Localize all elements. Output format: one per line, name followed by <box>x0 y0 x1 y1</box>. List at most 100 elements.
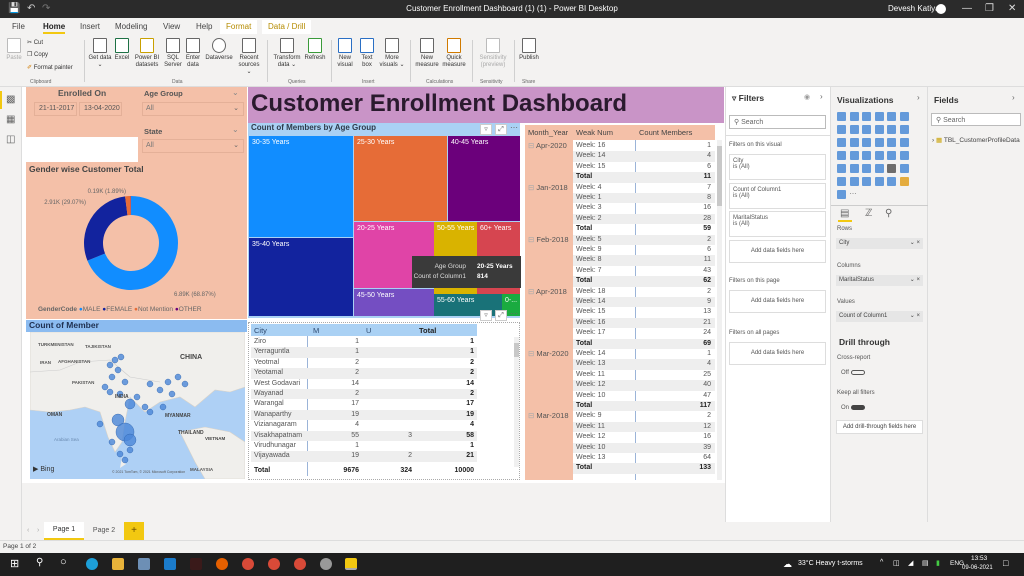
data-view-icon[interactable]: ▦ <box>6 115 16 125</box>
cut-button[interactable]: ✂ Cut <box>27 40 43 47</box>
india-bubble-map[interactable]: TURKMENISTAN TAJIKISTAN IRAN AFGHANISTAN… <box>30 332 245 479</box>
recent-sources-button[interactable]: Recent sources ⌄ <box>236 38 262 76</box>
expand-chevron-icon[interactable]: › <box>932 137 934 144</box>
visual-type-icon[interactable] <box>874 112 884 121</box>
visual-type-icon[interactable] <box>862 112 871 121</box>
visual-type-icon[interactable] <box>887 112 896 121</box>
collapse-icon[interactable]: ⊟ <box>528 141 534 150</box>
table-row[interactable]: Wayanad 2 2 <box>251 389 477 400</box>
enter-data-button[interactable]: Enter data <box>184 38 202 69</box>
get-data-button[interactable]: Get data ⌄ <box>88 38 112 69</box>
chevron-down-icon[interactable]: ⌄ <box>232 125 239 134</box>
visual-type-icon[interactable] <box>887 138 896 147</box>
visual-type-icon[interactable] <box>837 190 846 199</box>
keep-filters-toggle[interactable]: On <box>841 405 865 411</box>
clock-date[interactable]: 09-06-2021 <box>962 565 993 571</box>
month-group-label[interactable]: ⊟ Jan-2018 <box>528 183 568 192</box>
collapse-icon[interactable]: ⊟ <box>528 411 534 420</box>
map-bubble[interactable] <box>108 438 116 446</box>
legend-item[interactable]: ●MALE <box>79 306 101 313</box>
eye-icon[interactable]: ◉ <box>804 93 810 101</box>
tab-file[interactable]: File <box>12 22 25 31</box>
values-well[interactable]: Count of Column1 ⌄ × <box>836 311 923 322</box>
visual-type-icon[interactable] <box>862 164 871 173</box>
visual-type-icon[interactable] <box>899 112 909 121</box>
map-bubble[interactable] <box>168 390 176 398</box>
add-all-pages-filter-dropzone[interactable]: Add data fields here <box>729 342 826 365</box>
cross-report-toggle[interactable]: Off <box>841 370 865 376</box>
volume-icon[interactable]: ▤ <box>922 559 929 567</box>
map-bubble[interactable] <box>156 386 164 394</box>
visual-type-icon[interactable] <box>849 125 859 134</box>
visual-type-icon[interactable] <box>874 164 884 173</box>
powerbi-icon[interactable] <box>345 558 357 570</box>
donut-slice-female[interactable] <box>84 196 128 261</box>
collapse-chevron-icon[interactable]: › <box>917 93 920 102</box>
filter-card-city[interactable]: City is (All) <box>729 154 826 180</box>
column-header-total[interactable]: Total <box>419 326 436 335</box>
notifications-icon[interactable]: □ <box>1003 558 1008 568</box>
table-row[interactable]: Visakhapatnam 55 3 58 <box>251 430 477 441</box>
map-bubble[interactable] <box>159 403 167 411</box>
visual-type-icon[interactable] <box>899 164 909 173</box>
chrome-icon[interactable] <box>268 558 280 570</box>
visual-type-icon[interactable] <box>837 164 846 173</box>
network-icon[interactable]: ◫ <box>893 559 900 567</box>
visual-type-icon[interactable] <box>849 112 859 121</box>
map-bubble[interactable] <box>123 433 137 447</box>
tab-insert[interactable]: Insert <box>80 22 100 31</box>
dataverse-button[interactable]: Dataverse <box>203 38 235 62</box>
visual-type-icon[interactable] <box>862 125 871 134</box>
remove-field-icon[interactable]: ⌄ × <box>910 311 920 322</box>
map-bubble[interactable] <box>121 456 129 464</box>
legend-item[interactable]: ●OTHER <box>173 306 202 313</box>
visual-type-icon[interactable] <box>862 177 871 186</box>
edge-icon[interactable] <box>86 558 98 570</box>
month-group-label[interactable]: ⊟ Apr-2020 <box>528 141 567 150</box>
map-bubble[interactable] <box>116 450 124 458</box>
map-bubble[interactable] <box>146 380 154 388</box>
table-row[interactable]: Vijayawada 19 2 21 <box>251 451 477 462</box>
report-view-icon[interactable]: ▩ <box>6 95 16 105</box>
sql-server-button[interactable]: SQL Server <box>162 38 184 69</box>
map-bubble[interactable] <box>117 353 125 361</box>
add-visual-filter-dropzone[interactable]: Add data fields here <box>729 240 826 263</box>
weather-text[interactable]: 33°C Heavy t-storms <box>798 560 863 567</box>
battery-icon[interactable]: ▮ <box>936 559 940 567</box>
visual-type-icon[interactable] <box>874 138 884 147</box>
focus-mode-icon[interactable]: ⤢ <box>495 310 507 321</box>
add-page-filter-dropzone[interactable]: Add data fields here <box>729 290 826 313</box>
visual-type-icon[interactable] <box>837 138 846 147</box>
table-row[interactable]: Yeotmal 2 2 <box>251 358 477 368</box>
map-bubble[interactable] <box>141 403 149 411</box>
treemap-cell[interactable]: 35-40 Years <box>249 238 353 316</box>
map-bubble[interactable] <box>121 378 129 386</box>
state-dropdown[interactable]: All ⌄ <box>142 139 244 153</box>
visual-type-icon[interactable] <box>874 151 884 160</box>
treemap-cell[interactable]: 40-45 Years <box>448 136 520 221</box>
filter-card-count[interactable]: Count of Column1 is (All) <box>729 183 826 209</box>
clock-time[interactable]: 13:53 <box>971 555 987 562</box>
filter-icon[interactable]: ▿ <box>480 124 492 135</box>
map-bubble[interactable] <box>101 383 109 391</box>
collapse-chevron-icon[interactable]: › <box>1012 93 1015 102</box>
table-row[interactable]: Wanaparthy 19 19 <box>251 409 477 421</box>
map-bubble[interactable] <box>181 380 189 388</box>
tab-view[interactable]: View <box>163 22 180 31</box>
chevron-down-icon[interactable]: ⌄ <box>232 88 239 97</box>
table-row[interactable]: Virudhunagar 1 1 <box>251 441 477 451</box>
visual-type-icon[interactable] <box>899 125 909 134</box>
map-bubble[interactable] <box>124 398 136 410</box>
search-icon[interactable]: ⚲ <box>36 557 43 568</box>
remove-field-icon[interactable]: ⌄ × <box>910 275 920 286</box>
remove-field-icon[interactable]: ⌄ × <box>910 238 920 249</box>
table-row[interactable]: Vizianagaram 4 4 <box>251 420 477 430</box>
add-page-button[interactable]: + <box>124 522 144 540</box>
copy-button[interactable]: ❐ Copy <box>27 52 48 59</box>
store-icon[interactable] <box>138 558 150 570</box>
visual-type-icon[interactable] <box>849 151 859 160</box>
visual-type-icon[interactable] <box>849 164 859 173</box>
map-bubble[interactable] <box>114 366 122 374</box>
app-icon[interactable] <box>190 558 202 570</box>
date-to-input[interactable]: 13-04-2020 <box>79 102 122 116</box>
